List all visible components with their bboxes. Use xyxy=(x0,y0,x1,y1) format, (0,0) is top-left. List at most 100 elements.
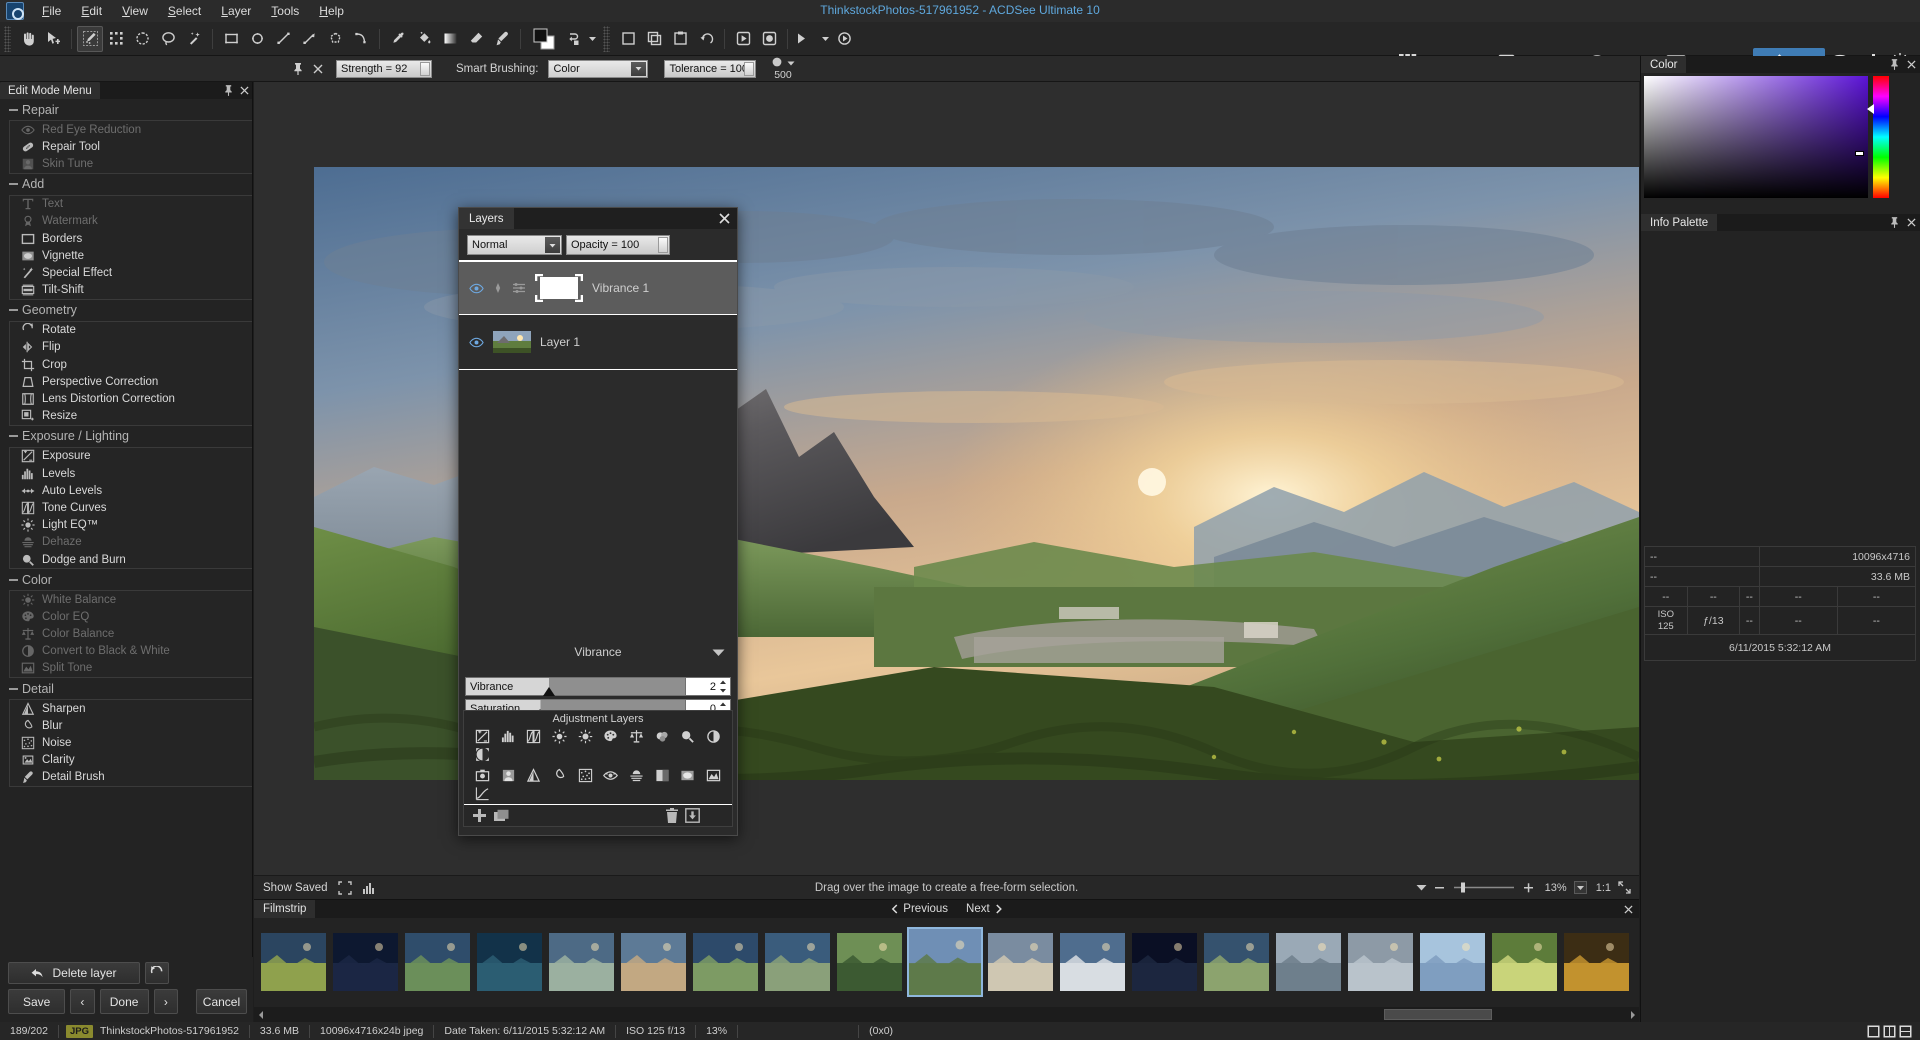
tool-item-lens-distortion-correction[interactable]: Lens Distortion Correction xyxy=(10,390,252,407)
filmstrip-thumbnail[interactable] xyxy=(333,933,398,991)
tool-item-borders[interactable]: Borders xyxy=(10,230,252,247)
pin-icon[interactable] xyxy=(1886,56,1903,73)
color-dropdown-icon[interactable] xyxy=(586,26,598,52)
close-icon[interactable] xyxy=(719,213,730,224)
close-icon[interactable] xyxy=(1903,214,1920,231)
pin-icon[interactable] xyxy=(220,82,236,99)
merge-layer-icon[interactable] xyxy=(685,808,700,823)
close-icon[interactable] xyxy=(1903,56,1920,73)
prev-button[interactable]: ‹ xyxy=(70,989,95,1014)
close-icon[interactable] xyxy=(236,82,252,99)
vignette-icon[interactable] xyxy=(676,767,701,784)
red-eye-icon[interactable] xyxy=(599,767,624,784)
eraser-icon[interactable] xyxy=(463,26,489,52)
copy-icon[interactable] xyxy=(641,26,667,52)
layer-visibility-toggle[interactable] xyxy=(469,337,484,348)
black-white-icon[interactable] xyxy=(701,728,726,745)
tool-item-auto-levels[interactable]: Auto Levels xyxy=(10,482,252,499)
filmstrip-thumbnail[interactable] xyxy=(1276,933,1341,991)
rectangle-shape-icon[interactable] xyxy=(218,26,244,52)
line-shape-icon[interactable] xyxy=(270,26,296,52)
layer-link-icon[interactable] xyxy=(493,283,503,293)
filmstrip-thumbnail[interactable] xyxy=(1060,933,1125,991)
magic-wand-icon[interactable] xyxy=(129,26,155,52)
list-view-icon[interactable] xyxy=(1867,1025,1880,1038)
paint-bucket-icon[interactable] xyxy=(411,26,437,52)
magic-select-icon[interactable] xyxy=(181,26,207,52)
undo-icon[interactable] xyxy=(693,26,719,52)
hue-slider[interactable] xyxy=(1867,76,1889,198)
exposure-icon[interactable] xyxy=(470,728,495,745)
next-button[interactable]: Next xyxy=(966,903,1003,915)
chevron-down-icon[interactable] xyxy=(712,648,725,657)
noise-icon[interactable] xyxy=(573,767,598,784)
tool-item-sharpen[interactable]: Sharpen xyxy=(10,700,252,717)
fit-icon[interactable] xyxy=(1618,881,1631,894)
filmstrip-thumbnail[interactable] xyxy=(1348,933,1413,991)
previous-button[interactable]: Previous xyxy=(890,903,948,915)
filmstrip-thumbnail[interactable] xyxy=(621,933,686,991)
tool-item-noise[interactable]: Noise xyxy=(10,734,252,751)
curves-icon[interactable] xyxy=(470,785,495,802)
layers-dialog-titlebar[interactable]: Layers xyxy=(459,208,737,229)
swap-colors-icon[interactable] xyxy=(560,26,586,52)
tool-item-tilt-shift[interactable]: Tilt-Shift xyxy=(10,282,252,299)
slider-thumb[interactable] xyxy=(543,687,556,696)
split-tone-icon[interactable] xyxy=(701,767,726,784)
tool-item-dodge-and-burn[interactable]: Dodge and Burn xyxy=(10,551,252,568)
dodge-burn-icon[interactable] xyxy=(676,728,701,745)
play-icon[interactable] xyxy=(730,26,756,52)
tool-item-light-eq[interactable]: Light EQ™ xyxy=(10,517,252,534)
white-balance-icon[interactable] xyxy=(573,728,598,745)
fullscreen-icon[interactable] xyxy=(337,880,352,895)
marquee-select-icon[interactable] xyxy=(103,26,129,52)
layers-dialog[interactable]: Layers Normal Opacity = 100 Vibrance 1 La… xyxy=(458,207,738,836)
tool-item-flip[interactable]: Flip xyxy=(10,339,252,356)
filmstrip-thumbnail[interactable] xyxy=(549,933,614,991)
layer-thumbnail[interactable] xyxy=(493,331,531,353)
layer-visibility-toggle[interactable] xyxy=(469,283,484,294)
light-eq-icon[interactable] xyxy=(547,728,572,745)
zoom-out-icon[interactable] xyxy=(1434,882,1445,893)
zoom-slider[interactable] xyxy=(1452,882,1516,893)
blend-mode-select[interactable]: Normal xyxy=(467,235,562,255)
section-header-color[interactable]: Color xyxy=(0,569,252,590)
vibrance-icon[interactable] xyxy=(650,728,675,745)
tool-item-special-effect[interactable]: Special Effect xyxy=(10,264,252,281)
scissors-icon[interactable] xyxy=(615,26,641,52)
detail-view-icon[interactable] xyxy=(1883,1025,1896,1038)
tolerance-field[interactable]: Tolerance = 100 xyxy=(664,59,757,78)
tool-item-detail-brush[interactable]: Detail Brush xyxy=(10,769,252,786)
filmstrip-thumbnail[interactable] xyxy=(1492,933,1557,991)
filmstrip-thumbnail[interactable] xyxy=(1204,933,1269,991)
contrast-icon[interactable] xyxy=(470,746,495,763)
menu-view[interactable]: View xyxy=(112,2,158,20)
smart-brushing-select[interactable]: Color xyxy=(548,59,649,78)
tool-item-resize[interactable]: Resize xyxy=(10,408,252,425)
menu-edit[interactable]: Edit xyxy=(71,2,112,20)
filmstrip-thumbnail[interactable] xyxy=(405,933,470,991)
curve-shape-icon[interactable] xyxy=(348,26,374,52)
left-panel-tab-title[interactable]: Edit Mode Menu xyxy=(0,82,100,99)
tool-item-tone-curves[interactable]: Tone Curves xyxy=(10,499,252,516)
tool-item-rotate[interactable]: Rotate xyxy=(10,322,252,339)
tool-item-repair-tool[interactable]: Repair Tool xyxy=(10,138,252,155)
filmstrip-thumbnail[interactable] xyxy=(693,933,758,991)
menu-tools[interactable]: Tools xyxy=(261,2,309,20)
filmstrip-thumbnail[interactable] xyxy=(261,933,326,991)
close-icon[interactable] xyxy=(310,61,326,77)
zoom-ratio-label[interactable]: 1:1 xyxy=(1596,882,1611,894)
filmstrip-thumbnail[interactable] xyxy=(1132,933,1197,991)
tool-item-perspective-correction[interactable]: Perspective Correction xyxy=(10,373,252,390)
add-layer-icon[interactable] xyxy=(472,808,487,823)
foreground-background-color-icon[interactable] xyxy=(526,26,560,52)
filmstrip-thumbnail[interactable] xyxy=(1420,933,1485,991)
zoom-in-icon[interactable] xyxy=(1523,882,1534,893)
record-icon[interactable] xyxy=(756,26,782,52)
skin-tune-icon[interactable] xyxy=(496,767,521,784)
hand-tool-icon[interactable] xyxy=(14,26,40,52)
eyedropper-icon[interactable] xyxy=(385,26,411,52)
color-saturation-value-area[interactable] xyxy=(1644,76,1868,198)
tool-item-clarity[interactable]: Clarity xyxy=(10,752,252,769)
playback-dropdown-icon[interactable] xyxy=(819,26,831,52)
